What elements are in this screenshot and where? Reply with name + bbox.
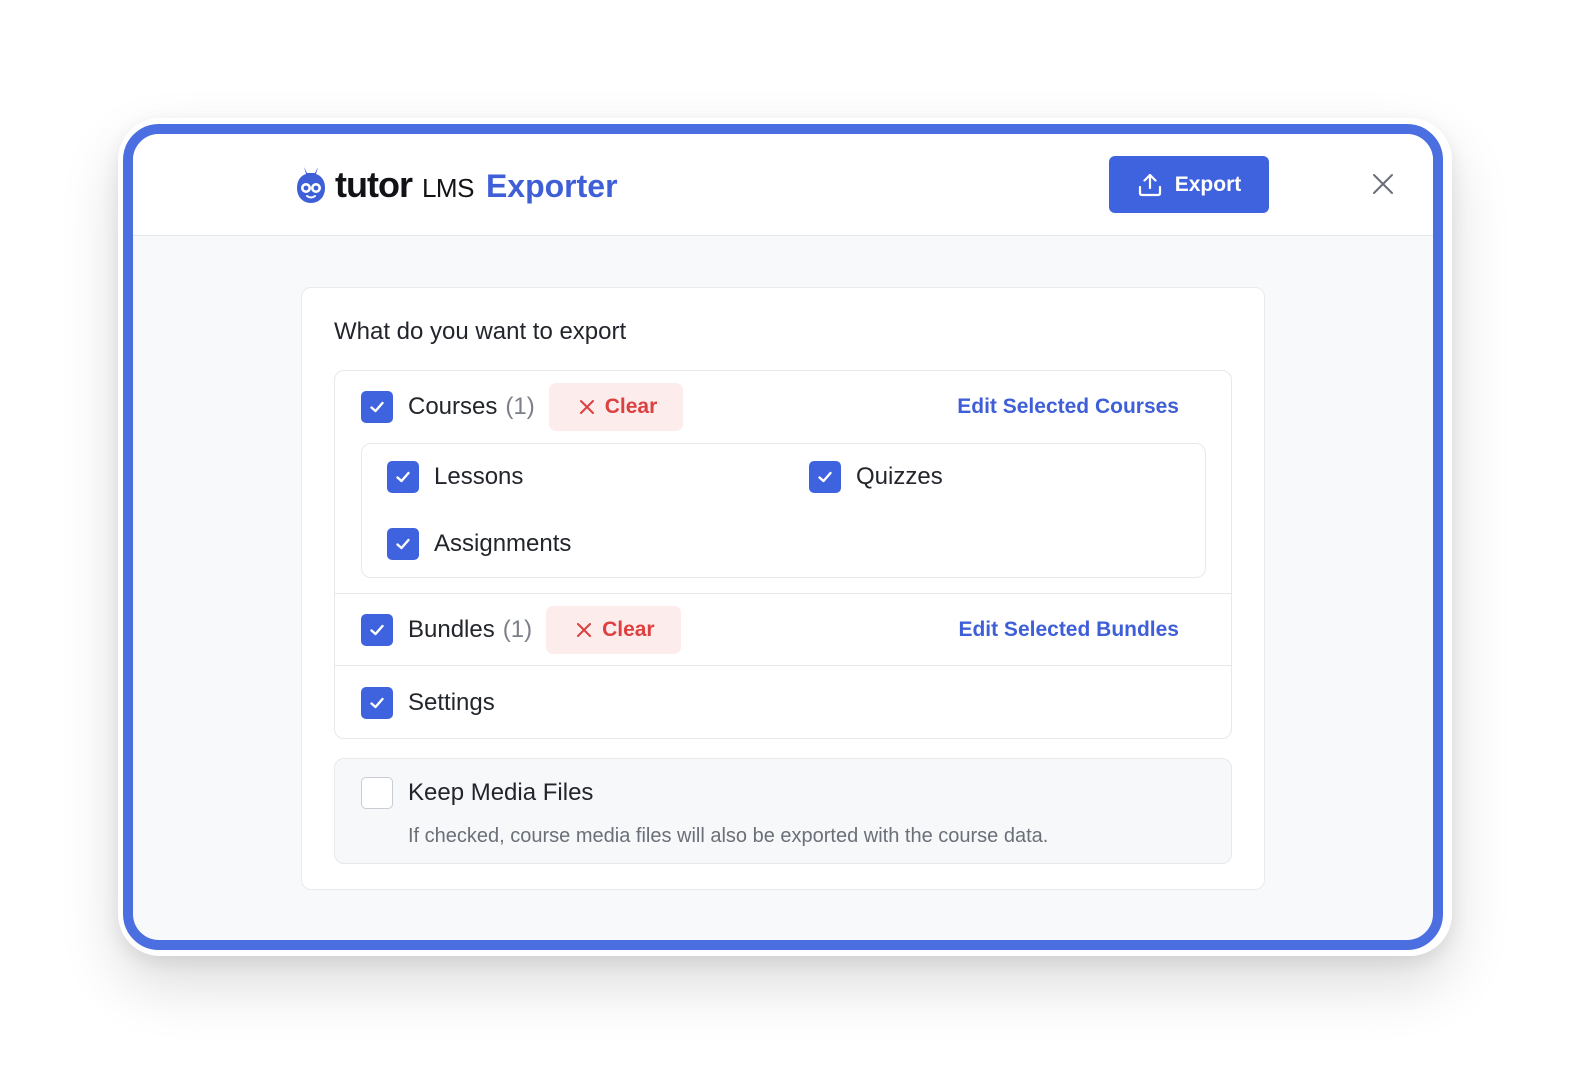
check-icon bbox=[396, 538, 410, 550]
check-icon bbox=[370, 624, 384, 635]
course-content-options: Lessons Quizzes Assignments bbox=[361, 443, 1206, 578]
upload-icon bbox=[1138, 173, 1161, 196]
bundles-label: Bundles bbox=[408, 615, 495, 643]
tutor-owl-icon bbox=[297, 167, 325, 203]
lessons-label: Lessons bbox=[434, 463, 524, 490]
settings-checkbox[interactable] bbox=[361, 686, 393, 719]
check-icon bbox=[370, 401, 384, 413]
clear-courses-button[interactable]: Clear bbox=[548, 383, 684, 431]
keep-media-option: Keep Media Files If checked, course medi… bbox=[334, 758, 1232, 864]
courses-count: (1) bbox=[505, 393, 535, 420]
assignments-checkbox[interactable] bbox=[387, 528, 419, 560]
export-button-label: Export bbox=[1174, 172, 1242, 196]
courses-row: Courses (1) Clear Edit Selected Courses bbox=[335, 371, 1231, 443]
export-button[interactable]: Export bbox=[1109, 156, 1269, 213]
keep-media-checkbox[interactable] bbox=[361, 777, 393, 809]
bundles-count: (1) bbox=[502, 615, 533, 643]
settings-row: Settings bbox=[335, 665, 1231, 739]
lessons-option: Lessons bbox=[387, 461, 523, 493]
edit-selected-bundles-link[interactable]: Edit Selected Bundles bbox=[958, 618, 1179, 642]
lessons-checkbox[interactable] bbox=[387, 461, 419, 493]
x-icon bbox=[579, 400, 594, 414]
check-icon bbox=[370, 697, 384, 708]
stage: tutor LMS Exporter Export What do you wa… bbox=[0, 0, 1588, 1086]
logo-text-lms: LMS bbox=[421, 172, 474, 203]
assignments-option: Assignments bbox=[387, 528, 571, 560]
settings-label: Settings bbox=[408, 688, 495, 716]
quizzes-label: Quizzes bbox=[856, 463, 943, 490]
check-icon bbox=[818, 471, 832, 483]
tutor-lms-logo: tutor LMS Exporter bbox=[295, 160, 618, 210]
close-button[interactable] bbox=[1369, 170, 1397, 198]
bundles-checkbox[interactable] bbox=[361, 613, 393, 646]
check-icon bbox=[396, 471, 410, 483]
close-icon bbox=[1373, 174, 1393, 194]
courses-label: Courses bbox=[408, 393, 498, 420]
assignments-label: Assignments bbox=[434, 530, 572, 557]
exporter-modal: tutor LMS Exporter Export What do you wa… bbox=[123, 124, 1443, 950]
keep-media-description: If checked, course media files will also… bbox=[408, 825, 1049, 847]
keep-media-row: Keep Media Files bbox=[361, 777, 593, 809]
modal-header: tutor LMS Exporter Export bbox=[133, 134, 1433, 236]
clear-bundles-label: Clear bbox=[602, 617, 655, 641]
logo-text-exporter: Exporter bbox=[485, 167, 618, 204]
keep-media-label: Keep Media Files bbox=[408, 779, 594, 806]
export-options-list: Courses (1) Clear Edit Selected Courses … bbox=[334, 370, 1232, 739]
clear-bundles-button[interactable]: Clear bbox=[546, 605, 681, 654]
bundles-row: Bundles (1) Clear Edit Selected Bundles bbox=[335, 593, 1231, 665]
quizzes-checkbox[interactable] bbox=[809, 461, 841, 493]
x-icon bbox=[577, 622, 592, 637]
export-options-card: What do you want to export Courses (1) C… bbox=[301, 287, 1265, 890]
clear-courses-label: Clear bbox=[604, 395, 658, 418]
quizzes-option: Quizzes bbox=[809, 461, 943, 493]
courses-checkbox[interactable] bbox=[361, 391, 393, 423]
edit-selected-courses-link[interactable]: Edit Selected Courses bbox=[957, 395, 1179, 419]
logo-text-tutor: tutor bbox=[335, 164, 413, 205]
card-title: What do you want to export bbox=[334, 318, 627, 345]
